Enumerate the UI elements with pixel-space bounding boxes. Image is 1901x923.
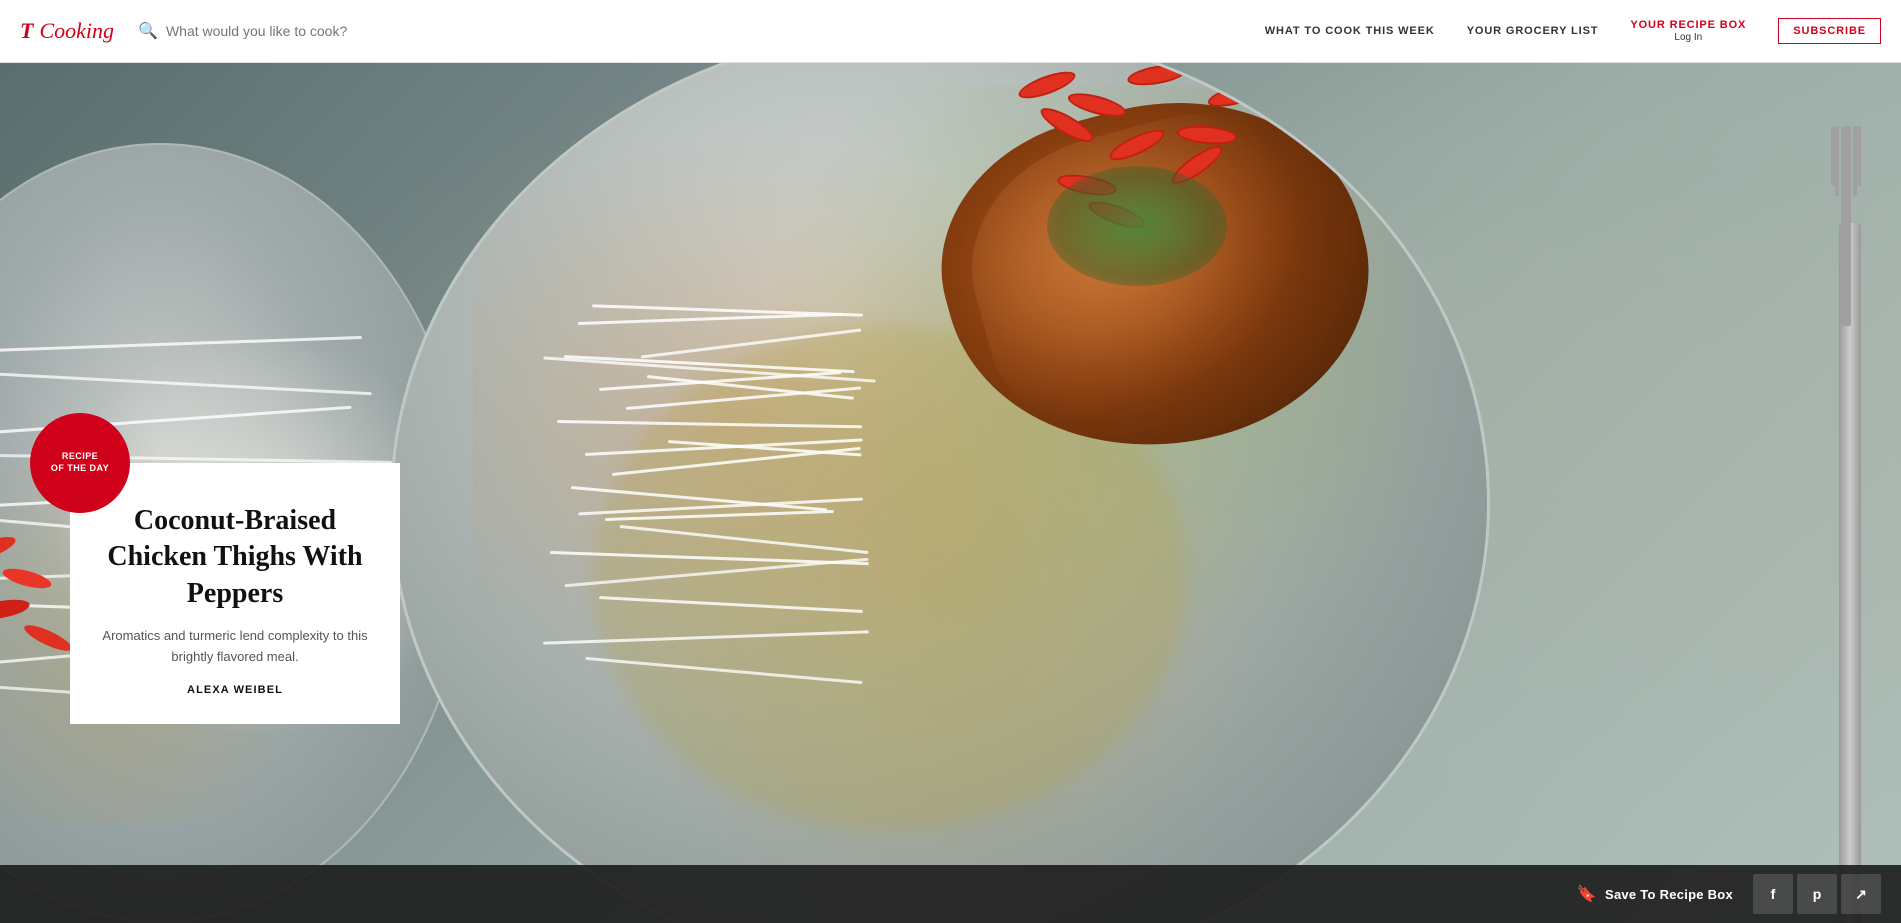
search-icon: 🔍 — [138, 21, 158, 41]
share-button[interactable]: ↗ — [1841, 874, 1881, 914]
logo[interactable]: T Cooking — [20, 18, 114, 44]
pepper — [1106, 124, 1168, 166]
facebook-icon: f — [1771, 886, 1776, 902]
bowl-main — [390, 63, 1490, 923]
search-input[interactable] — [166, 23, 478, 39]
nav-recipe-box-label: Your Recipe Box — [1630, 19, 1746, 31]
nav-what-to-cook[interactable]: What To Cook This Week — [1265, 25, 1435, 37]
recipe-description: Aromatics and turmeric lend complexity t… — [100, 626, 370, 668]
pinterest-icon: p — [1813, 886, 1822, 902]
pinterest-share-button[interactable]: p — [1797, 874, 1837, 914]
save-to-recipe-label: Save To Recipe Box — [1605, 887, 1733, 902]
fork — [1839, 223, 1861, 923]
nav-grocery-list[interactable]: Your Grocery List — [1467, 25, 1599, 37]
nav-subscribe-button[interactable]: Subscribe — [1778, 18, 1881, 44]
nav-recipe-box[interactable]: Your Recipe Box Log In — [1630, 19, 1746, 43]
fork-tines-icon — [1821, 126, 1871, 326]
facebook-share-button[interactable]: f — [1753, 874, 1793, 914]
recipe-of-the-day-badge[interactable]: RECIPE OF THE DAY — [30, 413, 130, 513]
logo-t-icon: T — [20, 18, 33, 44]
header: T Cooking 🔍 What To Cook This Week Your … — [0, 0, 1901, 63]
noodle — [626, 387, 861, 411]
nav-recipe-box-sublabel: Log In — [1674, 32, 1702, 43]
save-to-recipe-button[interactable]: 🔖 Save To Recipe Box — [1561, 876, 1749, 912]
bookmark-icon: 🔖 — [1577, 884, 1597, 904]
pepper — [1066, 89, 1129, 122]
logo-cooking-text: Cooking — [39, 18, 114, 44]
noodle — [578, 313, 842, 325]
bottom-action-bar: 🔖 Save To Recipe Box f p ↗ — [0, 865, 1901, 923]
herb-garnish — [1047, 166, 1227, 286]
recipe-badge-text: RECIPE OF THE DAY — [51, 451, 109, 474]
share-icon: ↗ — [1855, 886, 1867, 903]
noodle — [605, 510, 834, 521]
recipe-title: Coconut-Braised Chicken Thighs With Pepp… — [100, 503, 370, 612]
pepper — [1176, 123, 1237, 146]
pepper — [1126, 63, 1188, 89]
noodle — [557, 420, 862, 428]
recipe-author: ALEXA WEIBEL — [100, 684, 370, 696]
pepper — [1206, 79, 1269, 112]
main-nav: What To Cook This Week Your Grocery List… — [1265, 18, 1881, 44]
recipe-card[interactable]: Coconut-Braised Chicken Thighs With Pepp… — [70, 463, 400, 724]
hero-section: RECIPE OF THE DAY Coconut-Braised Chicke… — [0, 63, 1901, 923]
search-container: 🔍 — [138, 21, 478, 41]
